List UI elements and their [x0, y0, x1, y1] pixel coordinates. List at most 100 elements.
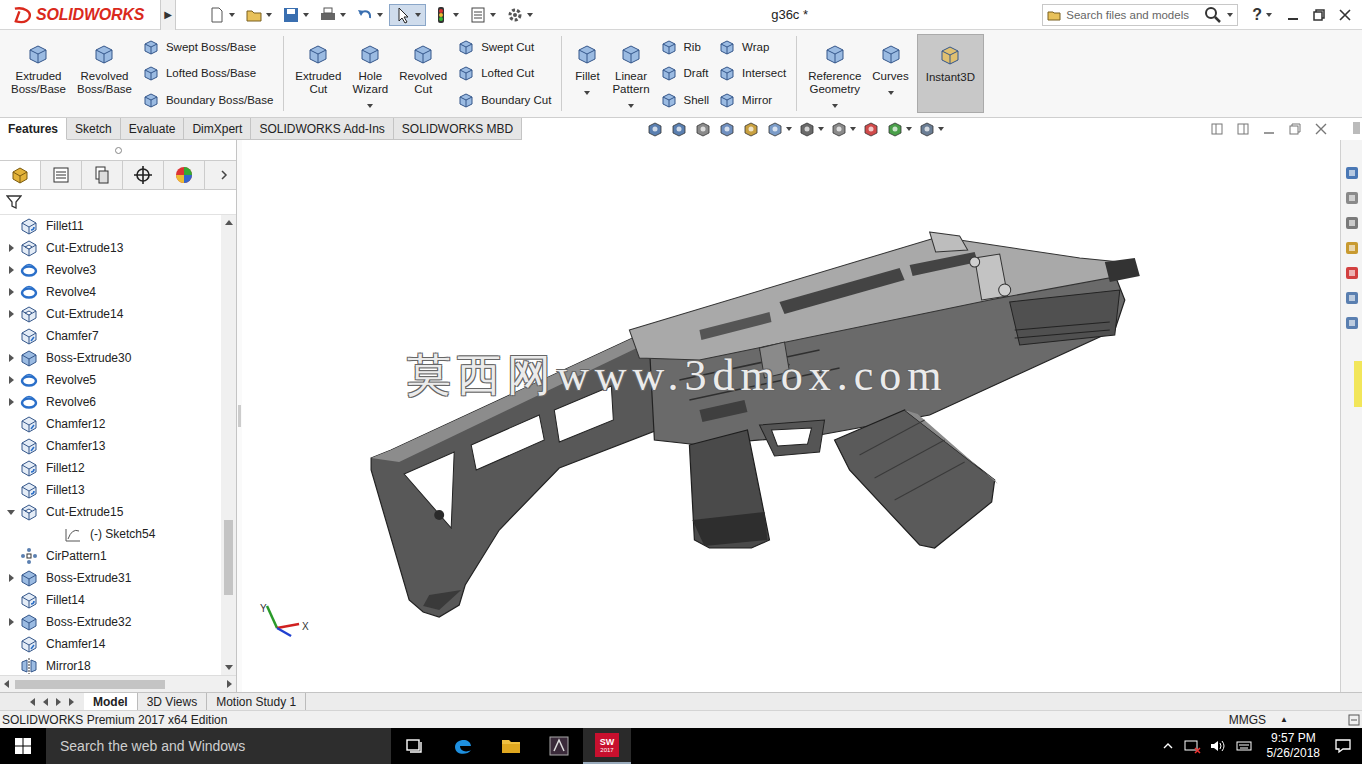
ribbon-button[interactable]: Reference Geometry	[805, 34, 864, 113]
panel-tab[interactable]	[82, 161, 123, 189]
ribbon-button[interactable]: Swept Cut	[457, 38, 551, 56]
panel-tab[interactable]	[41, 161, 82, 189]
ribbon-button[interactable]: Hole Wizard	[349, 34, 391, 113]
search-box[interactable]: Search files and models	[1042, 4, 1238, 26]
expander[interactable]	[4, 310, 18, 318]
notifications-icon[interactable]	[1334, 738, 1352, 754]
ribbon-button[interactable]: Shell	[660, 91, 710, 109]
collapse-dot[interactable]	[115, 147, 122, 154]
solidworks-taskbar-button[interactable]: SW2017	[583, 728, 631, 764]
ribbon-button[interactable]: Boundary Cut	[457, 91, 551, 109]
expander[interactable]	[4, 574, 18, 582]
expander[interactable]	[4, 244, 18, 252]
ribbon-button[interactable]: Instant3D	[917, 34, 984, 113]
customize-icon[interactable]	[1348, 714, 1360, 726]
graphics-area[interactable]: YX莫西网www.3dmox.com	[242, 140, 1340, 692]
print-tool[interactable]	[315, 4, 350, 26]
view-tool[interactable]	[886, 120, 912, 138]
expander[interactable]	[4, 354, 18, 362]
network-icon[interactable]	[1183, 738, 1201, 754]
expander[interactable]	[4, 266, 18, 274]
view-tool[interactable]	[718, 120, 736, 138]
expander[interactable]	[4, 510, 18, 515]
panel-tab[interactable]	[164, 161, 205, 189]
first-tab-button[interactable]	[30, 698, 35, 706]
tree-item[interactable]: (-) Sketch54	[0, 523, 221, 545]
ribbon-button[interactable]: Linear Pattern	[609, 34, 652, 113]
undo-tool[interactable]	[352, 4, 387, 26]
solidworks-logo[interactable]: SOLIDWORKS	[0, 0, 160, 29]
help-button[interactable]: ?	[1252, 6, 1262, 24]
next-tab-button[interactable]	[56, 698, 61, 706]
panel-tab[interactable]	[0, 161, 41, 189]
view-tool[interactable]	[766, 120, 792, 138]
command-tab[interactable]: DimXpert	[184, 118, 251, 139]
tree-item[interactable]: Fillet14	[0, 589, 221, 611]
tree-scrollbar[interactable]	[221, 215, 236, 675]
close-icon[interactable]	[1314, 122, 1328, 136]
panel-tab[interactable]	[123, 161, 164, 189]
view-tool[interactable]	[694, 120, 712, 138]
task-pane-tab[interactable]	[1343, 189, 1361, 207]
expander[interactable]	[4, 398, 18, 406]
minimize-icon[interactable]	[1262, 122, 1276, 136]
new-tool[interactable]	[204, 4, 239, 26]
more-tabs-icon[interactable]	[218, 169, 230, 181]
view-tool[interactable]	[862, 120, 880, 138]
model-tab[interactable]: 3D Views	[138, 693, 207, 710]
tree-item[interactable]: Chamfer7	[0, 325, 221, 347]
view-tool[interactable]	[742, 120, 760, 138]
tree-item[interactable]: Chamfer12	[0, 413, 221, 435]
tree-item[interactable]: Revolve3	[0, 259, 221, 281]
task-pane-tab[interactable]	[1343, 289, 1361, 307]
save-tool[interactable]	[278, 4, 313, 26]
tree-item[interactable]: Fillet13	[0, 479, 221, 501]
command-tab[interactable]: Evaluate	[121, 118, 185, 139]
expander[interactable]	[4, 618, 18, 626]
command-tab[interactable]: Sketch	[67, 118, 121, 139]
tree-item[interactable]: Cut-Extrude15	[0, 501, 221, 523]
tile-left-icon[interactable]	[1210, 122, 1224, 136]
model-tab[interactable]: Model	[84, 693, 138, 710]
tree-item[interactable]: Revolve6	[0, 391, 221, 413]
tree-item[interactable]: Boss-Extrude30	[0, 347, 221, 369]
tree-item[interactable]: Chamfer13	[0, 435, 221, 457]
view-tool[interactable]	[798, 120, 824, 138]
task-pane-tab[interactable]	[1343, 214, 1361, 232]
last-tab-button[interactable]	[69, 698, 74, 706]
tree-item[interactable]: Fillet11	[0, 215, 221, 237]
ribbon-button[interactable]: Lofted Boss/Base	[142, 64, 273, 82]
tree-item[interactable]: Mirror18	[0, 655, 221, 675]
expander[interactable]	[4, 376, 18, 384]
ribbon-button[interactable]: Swept Boss/Base	[142, 38, 273, 56]
restore-icon[interactable]	[1312, 8, 1326, 22]
task-pane-tab[interactable]	[1343, 314, 1361, 332]
prev-tab-button[interactable]	[43, 698, 48, 706]
minimize-icon[interactable]	[1286, 8, 1300, 22]
select-tool[interactable]	[389, 4, 426, 26]
open-tool[interactable]	[241, 4, 276, 26]
rebuild-tool[interactable]	[428, 4, 463, 26]
ribbon-button[interactable]: Mirror	[718, 91, 786, 109]
ribbon-button[interactable]: Revolved Boss/Base	[74, 34, 135, 113]
props-tool[interactable]	[465, 4, 500, 26]
scroll-thumb[interactable]	[224, 520, 233, 595]
command-tab[interactable]: SOLIDWORKS MBD	[394, 118, 522, 139]
tree-item[interactable]: Revolve4	[0, 281, 221, 303]
ribbon-button[interactable]: Wrap	[718, 38, 786, 56]
task-view-button[interactable]	[391, 728, 439, 764]
clock[interactable]: 9:57 PM5/26/2018	[1261, 731, 1326, 761]
app-button[interactable]	[535, 728, 583, 764]
volume-icon[interactable]	[1209, 738, 1227, 754]
start-button[interactable]	[0, 728, 46, 764]
tree-item[interactable]: Cut-Extrude13	[0, 237, 221, 259]
file-explorer-button[interactable]	[487, 728, 535, 764]
ribbon-button[interactable]: Extruded Boss/Base	[8, 34, 69, 113]
tree-item[interactable]: CirPattern1	[0, 545, 221, 567]
task-pane-tab[interactable]	[1343, 239, 1361, 257]
view-tool[interactable]	[830, 120, 856, 138]
ribbon-button[interactable]: Lofted Cut	[457, 64, 551, 82]
tree-item[interactable]: Boss-Extrude31	[0, 567, 221, 589]
task-pane-tab[interactable]	[1343, 264, 1361, 282]
edge-button[interactable]	[439, 728, 487, 764]
